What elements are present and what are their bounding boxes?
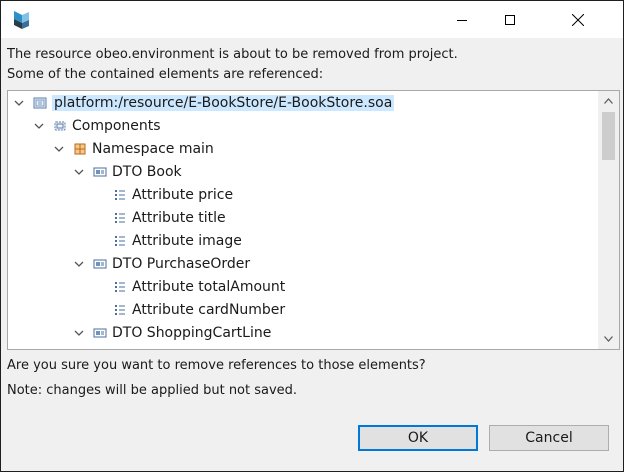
tree-item-attribute[interactable]: Attribute cardNumber xyxy=(112,299,285,321)
dto-icon xyxy=(92,256,108,272)
confirmation-question: Are you sure you want to remove referenc… xyxy=(7,358,426,373)
resource-file-icon xyxy=(32,95,48,111)
tree-item-label: DTO Book xyxy=(112,164,182,180)
chevron-down-icon[interactable] xyxy=(12,96,26,110)
tree-item-label: Attribute title xyxy=(132,210,226,226)
title-bar xyxy=(1,1,623,38)
tree-item-label: platform:/resource/E-BookStore/E-BookSto… xyxy=(52,95,395,111)
minimize-icon xyxy=(457,19,467,21)
scroll-thumb[interactable] xyxy=(602,112,615,160)
tree-item-attribute[interactable]: Attribute totalAmount xyxy=(112,276,285,298)
chevron-down-icon[interactable] xyxy=(52,142,66,156)
note-text: Note: changes will be applied but not sa… xyxy=(7,383,298,398)
attribute-icon xyxy=(112,187,128,203)
chevron-down-icon[interactable] xyxy=(72,257,86,271)
app-logo-icon xyxy=(10,9,32,31)
close-button[interactable] xyxy=(533,1,623,38)
close-icon xyxy=(572,13,584,26)
maximize-icon xyxy=(505,14,515,25)
namespace-icon xyxy=(72,141,88,157)
tree-item-label: Attribute image xyxy=(132,233,242,249)
tree-item-label: Attribute price xyxy=(132,187,234,203)
chevron-down-icon xyxy=(604,336,613,342)
tree-item-attribute[interactable]: Attribute price xyxy=(112,184,233,206)
maximize-button[interactable] xyxy=(487,1,533,38)
chevron-down-icon[interactable] xyxy=(72,165,86,179)
tree-item-label: DTO PurchaseOrder xyxy=(112,256,251,272)
chevron-up-icon xyxy=(604,98,613,104)
tree-item-components[interactable]: Components xyxy=(32,115,161,137)
components-icon xyxy=(52,118,68,134)
tree-item-dto[interactable]: DTO ShoppingCartLine xyxy=(72,322,271,344)
tree-item-attribute[interactable]: Attribute image xyxy=(112,230,242,252)
tree-item-label: Namespace main xyxy=(92,141,214,157)
tree-item-label: DTO ShoppingCartLine xyxy=(112,325,272,341)
tree-item-namespace[interactable]: Namespace main xyxy=(52,138,214,160)
scroll-down-button[interactable] xyxy=(598,330,619,348)
ok-button[interactable]: OK xyxy=(358,425,478,451)
tree-item-label: Components xyxy=(72,118,161,134)
tree-item-dto[interactable]: DTO Book xyxy=(72,161,182,183)
message-line-1: The resource obeo.environment is about t… xyxy=(7,47,458,62)
dto-icon xyxy=(92,164,108,180)
message-line-2: Some of the contained elements are refer… xyxy=(7,67,324,82)
chevron-down-icon[interactable] xyxy=(32,119,46,133)
attribute-icon xyxy=(112,302,128,318)
tree-item-dto[interactable]: DTO PurchaseOrder xyxy=(72,253,250,275)
tree-item-attribute[interactable]: Attribute title xyxy=(112,207,226,229)
chevron-down-icon[interactable] xyxy=(72,326,86,340)
attribute-icon xyxy=(112,210,128,226)
vertical-scrollbar[interactable] xyxy=(598,91,619,349)
cancel-button[interactable]: Cancel xyxy=(489,425,609,451)
attribute-icon xyxy=(112,279,128,295)
tree-item-label: Attribute totalAmount xyxy=(132,279,286,295)
tree-item-label: Attribute cardNumber xyxy=(132,302,286,318)
referenced-elements-tree[interactable]: platform:/resource/E-BookStore/E-BookSto… xyxy=(7,90,620,350)
tree-item-resource[interactable]: platform:/resource/E-BookStore/E-BookSto… xyxy=(12,92,395,114)
dto-icon xyxy=(92,325,108,341)
scroll-up-button[interactable] xyxy=(598,92,619,110)
dialog-window: The resource obeo.environment is about t… xyxy=(0,0,624,472)
attribute-icon xyxy=(112,233,128,249)
minimize-button[interactable] xyxy=(439,1,485,38)
